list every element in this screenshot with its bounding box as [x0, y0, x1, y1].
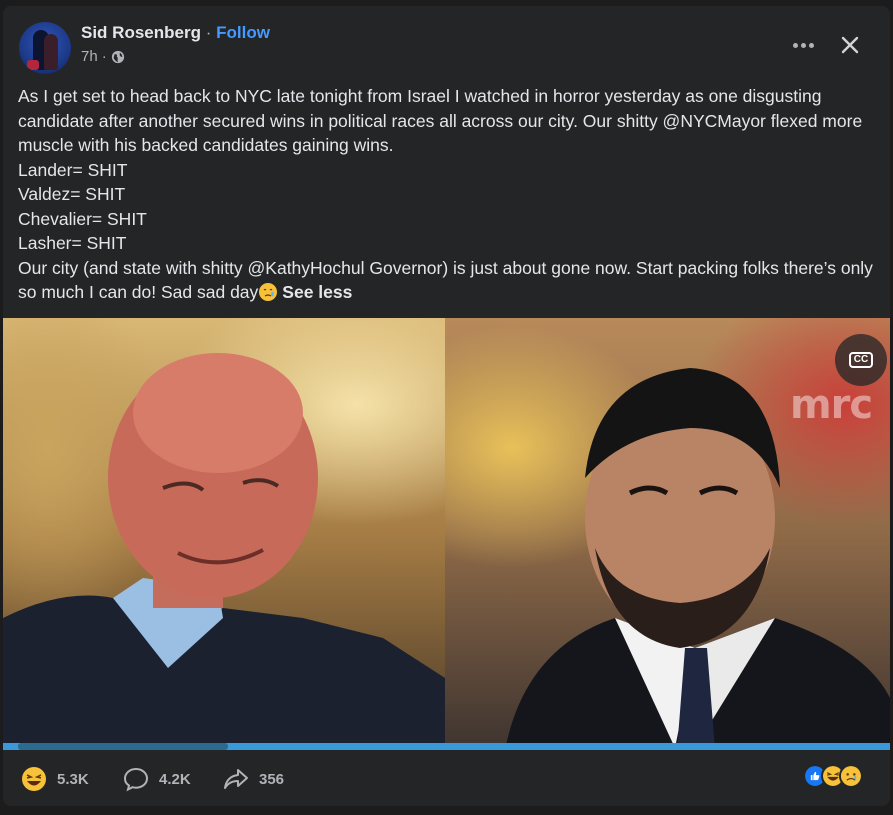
body-paragraph: As I get set to head back to NYC late to…	[18, 86, 863, 155]
body-line-lander: Lander= SHIT	[18, 159, 128, 180]
body-line-chevalier: Chevalier= SHIT	[18, 208, 147, 229]
comment-button[interactable]: 4.2K	[123, 766, 191, 792]
share-button[interactable]: 356	[223, 766, 284, 792]
man-bald-figure	[3, 353, 445, 750]
body-closing: Our city (and state with shitty @KathyHo…	[18, 256, 878, 305]
sad-face-icon	[839, 764, 863, 788]
reaction-count: 5.3K	[57, 770, 89, 788]
body-line-lasher: Lasher= SHIT	[18, 233, 127, 253]
author-line: Sid Rosenberg · Follow	[81, 22, 270, 44]
laughing-face-icon	[22, 767, 46, 791]
post-footer: 5.3K 4.2K 356	[3, 750, 890, 806]
close-icon[interactable]	[835, 30, 865, 60]
meta-separator: ·	[101, 48, 107, 65]
post-header: Sid Rosenberg · Follow 7h ·	[3, 6, 890, 86]
more-options-button[interactable]	[788, 32, 818, 58]
post-video[interactable]: mrc CC	[3, 318, 890, 750]
reaction-summary[interactable]	[803, 764, 863, 792]
body-line-valdez: Valdez= SHIT	[18, 184, 126, 204]
globe-icon	[111, 50, 124, 63]
body-closing-text: Our city (and state with shitty @KathyHo…	[18, 257, 873, 303]
author-avatar[interactable]	[19, 22, 71, 74]
follow-button[interactable]: Follow	[216, 23, 270, 42]
comment-icon	[123, 767, 149, 792]
post-card: Sid Rosenberg · Follow 7h · As I get set…	[3, 6, 890, 806]
share-icon	[224, 769, 248, 789]
post-body: As I get set to head back to NYC late to…	[18, 84, 878, 305]
author-name[interactable]: Sid Rosenberg	[81, 23, 201, 42]
separator-dot: ·	[205, 23, 212, 42]
share-count: 356	[259, 770, 285, 788]
comment-count: 4.2K	[159, 770, 191, 788]
post-timestamp[interactable]: 7h	[81, 48, 98, 65]
crying-face-icon	[259, 283, 278, 301]
video-frame-left	[3, 318, 445, 750]
video-progress-played	[18, 743, 228, 750]
video-watermark: mrc	[790, 382, 873, 428]
captions-button[interactable]: CC	[835, 334, 887, 386]
cc-icon: CC	[848, 352, 874, 368]
post-meta: 7h ·	[81, 48, 125, 65]
reaction-button[interactable]: 5.3K	[21, 766, 89, 792]
see-less-link[interactable]: See less	[282, 282, 352, 302]
